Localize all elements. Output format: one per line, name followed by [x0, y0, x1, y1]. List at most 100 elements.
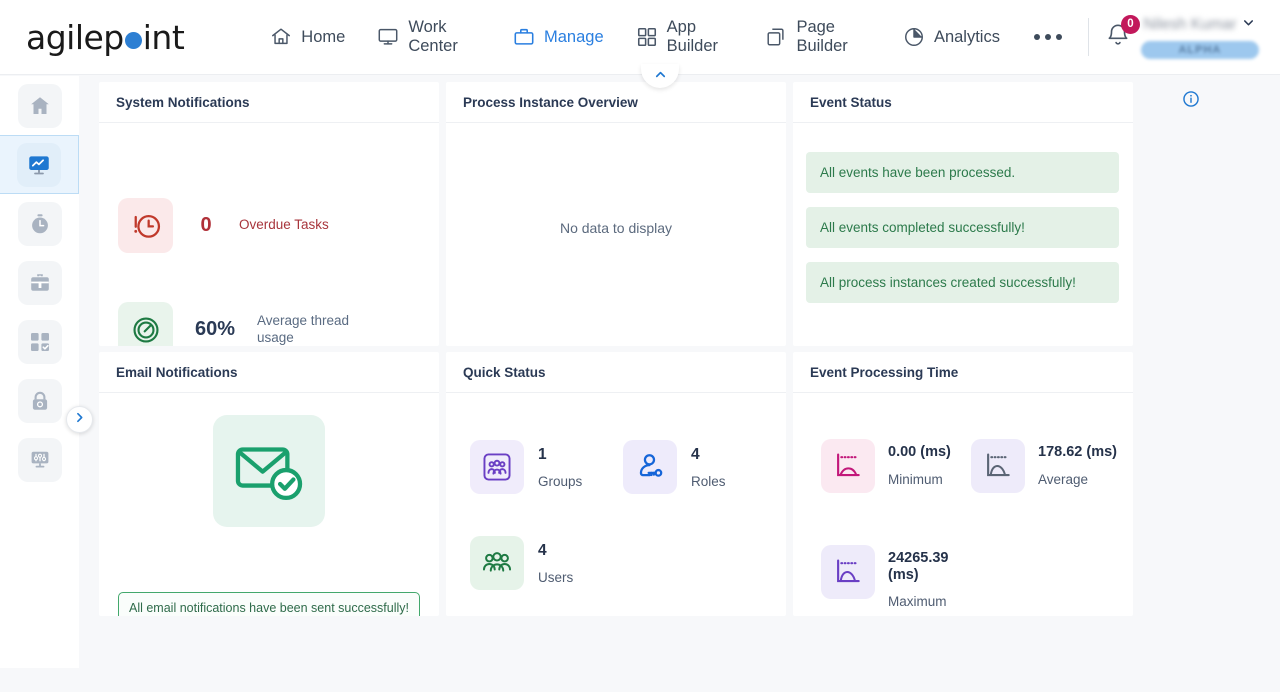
grid-check-icon	[17, 319, 62, 364]
rail-item-home[interactable]	[0, 76, 79, 135]
quick-status-groups: 1 Groups	[470, 440, 582, 494]
quick-status-label: Users	[538, 569, 574, 585]
card-body: 1 Groups 4 Roles 4 Users	[446, 393, 786, 616]
header-divider	[1087, 18, 1089, 56]
quick-status-value: 4	[691, 445, 700, 463]
home-icon	[270, 26, 292, 48]
card-body: No data to display	[446, 123, 786, 346]
agilepoint-logo[interactable]: agilep int	[26, 17, 185, 57]
users-icon	[470, 536, 524, 590]
card-body: All events have been processed. All even…	[793, 123, 1133, 346]
alert-clock-icon	[118, 198, 173, 253]
card-process-instance-overview: Process Instance Overview No data to dis…	[446, 82, 786, 346]
empty-state-text: No data to display	[559, 220, 673, 236]
card-system-notifications: System Notifications 0 Overdue Tasks 60%…	[99, 82, 439, 346]
rail-expand-button[interactable]	[66, 406, 93, 433]
monitor-chart-icon	[17, 142, 61, 187]
event-processing-maximum: 24265.39 (ms) Maximum	[821, 545, 951, 609]
monitor-icon	[377, 26, 399, 48]
nav-item-app-builder[interactable]: App Builder	[620, 12, 750, 62]
event-processing-label: Maximum	[888, 594, 947, 610]
event-status-item: All events have been processed.	[806, 152, 1119, 193]
briefcase-icon	[513, 26, 535, 48]
chart-max-icon	[821, 545, 875, 599]
nav-label: App Builder	[666, 18, 719, 55]
quick-status-label: Roles	[691, 473, 726, 489]
card-title: System Notifications	[99, 82, 439, 123]
nav-more-options-button[interactable]	[1016, 24, 1080, 50]
nav-item-home[interactable]: Home	[254, 20, 361, 54]
tenant-badge: ALPHA	[1140, 41, 1259, 59]
nav-label: Page Builder	[796, 18, 848, 55]
nav-label: Home	[301, 27, 346, 46]
top-header: agilep int Home Work Center Manage App B…	[0, 0, 1280, 75]
rail-item-settings[interactable]	[0, 430, 79, 489]
event-status-item: All process instances created successful…	[806, 262, 1119, 303]
nav-item-work-center[interactable]: Work Center	[361, 12, 497, 62]
dot-icon	[1044, 34, 1051, 40]
event-status-list: All events have been processed. All even…	[793, 123, 1133, 303]
nav-label: Analytics	[933, 27, 1000, 46]
bell-icon	[1105, 23, 1131, 52]
event-processing-value: 24265.39 (ms)	[888, 550, 949, 583]
briefcase-icon	[17, 260, 62, 305]
chevron-right-icon	[73, 411, 86, 429]
main-content: System Notifications 0 Overdue Tasks 60%…	[79, 64, 1280, 692]
event-processing-average: 178.62 (ms) Average	[971, 439, 1117, 493]
stopwatch-icon	[17, 201, 62, 246]
grid-squares-icon	[636, 26, 658, 48]
card-title: Event Status	[793, 82, 1133, 123]
left-rail	[0, 76, 93, 668]
event-processing-minimum: 0.00 (ms) Minimum	[821, 439, 951, 493]
stat-thread-usage: 60% Average thread usage	[118, 302, 377, 346]
main-nav: Home Work Center Manage App Builder Page…	[254, 12, 1080, 62]
info-circle-icon[interactable]	[1182, 90, 1200, 113]
event-processing-label: Average	[1038, 471, 1089, 487]
logo-text: agilep int	[26, 17, 185, 57]
nav-label: Manage	[544, 27, 604, 46]
nav-item-analytics[interactable]: Analytics	[887, 20, 1016, 54]
email-status-message: All email notifications have been sent s…	[118, 592, 420, 616]
home-icon	[17, 83, 62, 128]
quick-status-label: Groups	[538, 473, 583, 489]
quick-status-value: 1	[538, 445, 547, 463]
quick-status-value: 4	[538, 541, 547, 559]
copy-pages-icon	[765, 26, 787, 48]
card-quick-status: Quick Status 1 Groups 4 Roles 4 Users	[446, 352, 786, 616]
user-name-label: Nilesh Kumar	[1143, 16, 1237, 33]
chart-min-icon	[821, 439, 875, 493]
card-title: Email Notifications	[99, 352, 439, 393]
rail-item-portfolio[interactable]	[0, 253, 79, 312]
dot-icon	[1033, 34, 1040, 40]
card-email-notifications: Email Notifications All email notificati…	[99, 352, 439, 616]
chart-avg-icon	[971, 439, 1025, 493]
mail-check-icon	[213, 415, 325, 527]
groups-icon	[470, 440, 524, 494]
user-menu[interactable]: Nilesh Kumar ALPHA	[1140, 15, 1259, 59]
gauge-icon	[118, 302, 173, 346]
nav-item-manage[interactable]: Manage	[497, 20, 620, 54]
dot-icon	[1055, 34, 1062, 40]
stat-label: Average thread usage	[257, 312, 350, 345]
quick-status-roles: 4 Roles	[623, 440, 726, 494]
stat-value: 0	[200, 214, 212, 236]
nav-item-page-builder[interactable]: Page Builder	[749, 12, 887, 62]
logo-dot-icon	[124, 31, 142, 49]
sliders-icon	[17, 437, 62, 482]
quick-status-users: 4 Users	[470, 536, 573, 590]
card-event-processing-time: Event Processing Time 0.00 (ms) Minimum	[793, 352, 1133, 616]
card-title: Quick Status	[446, 352, 786, 393]
nav-label: Work Center	[408, 18, 458, 55]
event-processing-label: Minimum	[888, 471, 943, 487]
chevron-up-icon	[653, 67, 668, 87]
rail-item-analytics[interactable]	[0, 135, 79, 194]
notification-count-badge: 0	[1120, 14, 1140, 34]
notifications-button[interactable]: 0	[1105, 14, 1140, 53]
stat-overdue-tasks: 0 Overdue Tasks	[118, 198, 329, 253]
chevron-down-icon	[1241, 15, 1256, 35]
event-processing-value: 0.00 (ms)	[888, 444, 951, 460]
rail-item-apps[interactable]	[0, 312, 79, 371]
card-body: All email notifications have been sent s…	[99, 393, 439, 616]
rail-item-history[interactable]	[0, 194, 79, 253]
role-key-icon	[623, 440, 677, 494]
